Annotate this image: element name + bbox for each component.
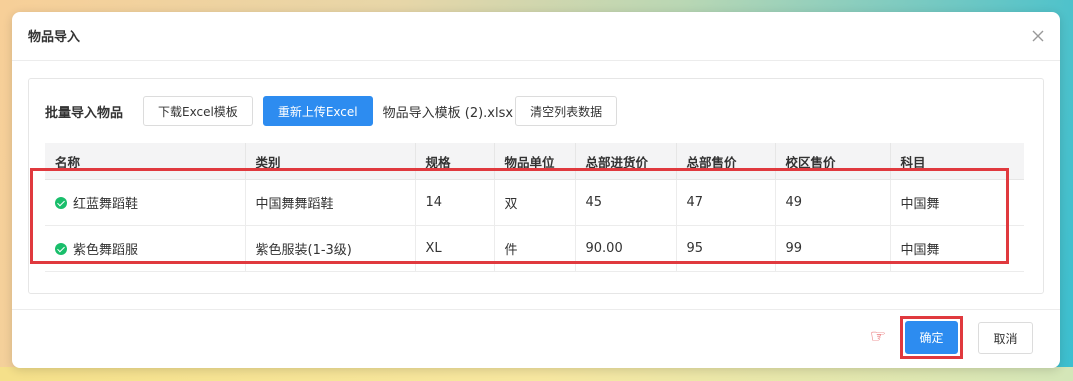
col-header-category: 类别 [245, 143, 416, 180]
cell-unit: 件 [494, 225, 576, 272]
background-strip [0, 367, 1073, 381]
hand-pointer-icon: ☞ [870, 326, 887, 347]
download-template-button[interactable]: 下载Excel模板 [143, 96, 253, 126]
cell-campus-price: 49 [775, 179, 891, 226]
col-header-subject: 科目 [890, 143, 1024, 180]
dialog-footer: ☞ 确定 取消 [12, 309, 1060, 368]
col-header-hq-price: 总部售价 [676, 143, 776, 180]
import-panel: 批量导入物品 下载Excel模板 重新上传Excel 物品导入模板 (2).xl… [28, 78, 1044, 294]
col-header-name: 名称 [45, 143, 246, 180]
cell-spec: XL [415, 225, 495, 272]
success-check-icon [55, 197, 67, 209]
confirm-button[interactable]: 确定 [905, 321, 958, 354]
cell-hq-price: 47 [676, 179, 776, 226]
cell-category: 中国舞舞蹈鞋 [245, 179, 416, 226]
close-icon[interactable] [1030, 28, 1046, 44]
table-row: 紫色舞蹈服 紫色服装(1-3级) XL 件 90.00 95 99 中国舞 [45, 225, 1024, 272]
cell-hq-cost: 90.00 [575, 225, 677, 272]
success-check-icon [55, 243, 67, 255]
table-row: 红蓝舞蹈鞋 中国舞舞蹈鞋 14 双 45 47 49 中国舞 [45, 179, 1024, 226]
toolbar-label: 批量导入物品 [45, 105, 124, 121]
cell-hq-price: 95 [676, 225, 776, 272]
reupload-excel-button[interactable]: 重新上传Excel [262, 96, 373, 126]
cell-category: 紫色服装(1-3级) [245, 225, 416, 272]
toolbar: 批量导入物品 下载Excel模板 重新上传Excel 物品导入模板 (2).xl… [45, 95, 1027, 127]
cell-name: 红蓝舞蹈鞋 [45, 179, 246, 226]
uploaded-filename: 物品导入模板 (2).xlsx [382, 105, 514, 121]
dialog-title: 物品导入 [28, 30, 81, 45]
ok-button-highlight: 确定 [900, 316, 963, 359]
col-header-hq-cost: 总部进货价 [575, 143, 677, 180]
cell-name-text: 红蓝舞蹈鞋 [73, 197, 139, 212]
cell-name-text: 紫色舞蹈服 [73, 243, 139, 258]
col-header-unit: 物品单位 [494, 143, 576, 180]
col-header-campus-price: 校区售价 [775, 143, 891, 180]
dialog-header: 物品导入 [12, 12, 1060, 61]
clear-list-button[interactable]: 清空列表数据 [515, 96, 618, 126]
cell-hq-cost: 45 [575, 179, 677, 226]
cell-name: 紫色舞蹈服 [45, 225, 246, 272]
col-header-spec: 规格 [415, 143, 495, 180]
cell-subject: 中国舞 [890, 179, 1024, 226]
cell-subject: 中国舞 [890, 225, 1024, 272]
table-header-row: 名称 类别 规格 物品单位 总部进货价 总部售价 校区售价 科目 [45, 143, 1024, 180]
cell-spec: 14 [415, 179, 495, 226]
cell-unit: 双 [494, 179, 576, 226]
import-dialog: 物品导入 批量导入物品 下载Excel模板 重新上传Excel 物品导入模板 (… [12, 12, 1060, 368]
cancel-button[interactable]: 取消 [978, 322, 1033, 354]
cell-campus-price: 99 [775, 225, 891, 272]
items-table: 名称 类别 规格 物品单位 总部进货价 总部售价 校区售价 科目 红蓝舞蹈鞋 中… [45, 143, 1024, 272]
